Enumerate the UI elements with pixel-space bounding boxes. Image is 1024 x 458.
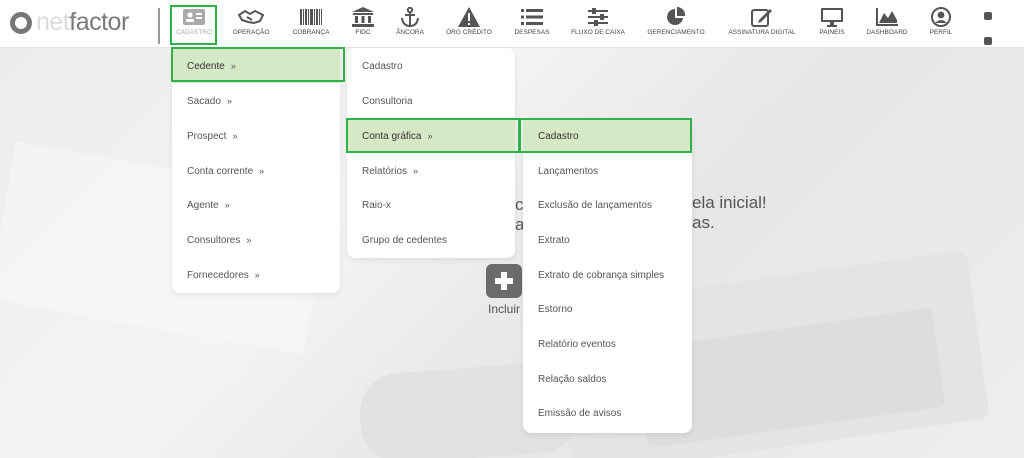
menu-item-consultoria[interactable]: Consultoria (347, 84, 515, 118)
handshake-icon (238, 6, 264, 28)
anchor-icon (400, 6, 420, 28)
signature-icon (751, 6, 773, 28)
nav-cobranca[interactable]: COBRANÇA (288, 6, 334, 40)
menu-item-relacao-saldos[interactable]: Relação saldos (523, 362, 692, 396)
cedente-submenu: Cadastro Consultoria Conta gráfica» Rela… (347, 48, 515, 258)
menu-item-cadastro[interactable]: Cadastro (347, 49, 515, 83)
nav-fluxo-caixa[interactable]: FLUXO DE CAIXA (568, 6, 628, 40)
zoom-out-button[interactable] (984, 37, 992, 45)
highlight-box (171, 47, 345, 82)
nav-dashboard[interactable]: DASHBOARD (862, 6, 912, 40)
plus-icon (486, 264, 522, 298)
menu-item-estorno[interactable]: Estorno (523, 292, 692, 326)
highlight-box (170, 5, 217, 45)
nav-despesas[interactable]: DESPESAS (512, 6, 552, 40)
menu-item-exclusao-lancamentos[interactable]: Exclusão de lançamentos (523, 188, 692, 222)
nav-fidc[interactable]: FIDC (348, 6, 378, 40)
conta-grafica-submenu: Cadastro Lançamentos Exclusão de lançame… (523, 118, 692, 433)
incluir-label: Incluir (487, 302, 520, 316)
menu-item-sacado[interactable]: Sacado» (172, 84, 340, 118)
nav-ancora[interactable]: ÂNCORA (392, 6, 428, 40)
sliders-icon (588, 6, 608, 28)
top-navbar: netfactor CADASTRO OPERAÇÃO COBRANÇA FID… (0, 0, 1024, 48)
nav-operacao[interactable]: OPERAÇÃO (228, 6, 274, 40)
menu-item-raio-x[interactable]: Raio-x (347, 188, 515, 222)
divider (158, 8, 160, 44)
nav-org-credito[interactable]: ÓRG CRÉDITO (444, 6, 494, 40)
menu-item-grupo-cedentes[interactable]: Grupo de cedentes (347, 223, 515, 257)
incluir-button[interactable]: Incluir (484, 264, 524, 316)
menu-item-conta-corrente[interactable]: Conta corrente» (172, 154, 340, 188)
menu-item-emissao-avisos[interactable]: Emissão de avisos (523, 396, 692, 430)
cadastro-dropdown-menu: Cedente» Sacado» Prospect» Conta corrent… (172, 48, 340, 293)
barcode-icon (300, 6, 322, 28)
menu-item-relatorios[interactable]: Relatórios» (347, 154, 515, 188)
zoom-in-button[interactable] (984, 12, 992, 20)
user-circle-icon (931, 6, 951, 28)
menu-item-relatorio-eventos[interactable]: Relatório eventos (523, 327, 692, 361)
nav-assinatura-digital[interactable]: ASSINATURA DIGITAL (724, 6, 800, 40)
highlight-box (346, 118, 520, 153)
monitor-icon (821, 6, 843, 28)
menu-item-extrato-cobranca-simples[interactable]: Extrato de cobrança simples (523, 258, 692, 292)
menu-item-fornecedores[interactable]: Fornecedores» (172, 258, 340, 292)
nav-gerenciamento[interactable]: GERENCIAMENTO (644, 6, 708, 40)
menu-item-extrato[interactable]: Extrato (523, 223, 692, 257)
area-chart-icon (876, 6, 898, 28)
nav-perfil[interactable]: PERFIL (926, 6, 956, 40)
nav-paineis[interactable]: PAINEIS (814, 6, 850, 40)
pie-chart-icon (666, 6, 686, 28)
netfactor-logo: netfactor (10, 8, 129, 37)
bank-icon (352, 6, 374, 28)
highlight-box (519, 118, 692, 153)
menu-item-prospect[interactable]: Prospect» (172, 119, 340, 153)
menu-item-agente[interactable]: Agente» (172, 188, 340, 222)
welcome-text-fragment: as. (692, 213, 715, 232)
warning-icon (458, 6, 480, 28)
list-icon (521, 6, 543, 28)
menu-item-lancamentos[interactable]: Lançamentos (523, 154, 692, 188)
menu-item-consultores[interactable]: Consultores» (172, 223, 340, 257)
welcome-text-fragment: ela inicial! (692, 193, 767, 212)
